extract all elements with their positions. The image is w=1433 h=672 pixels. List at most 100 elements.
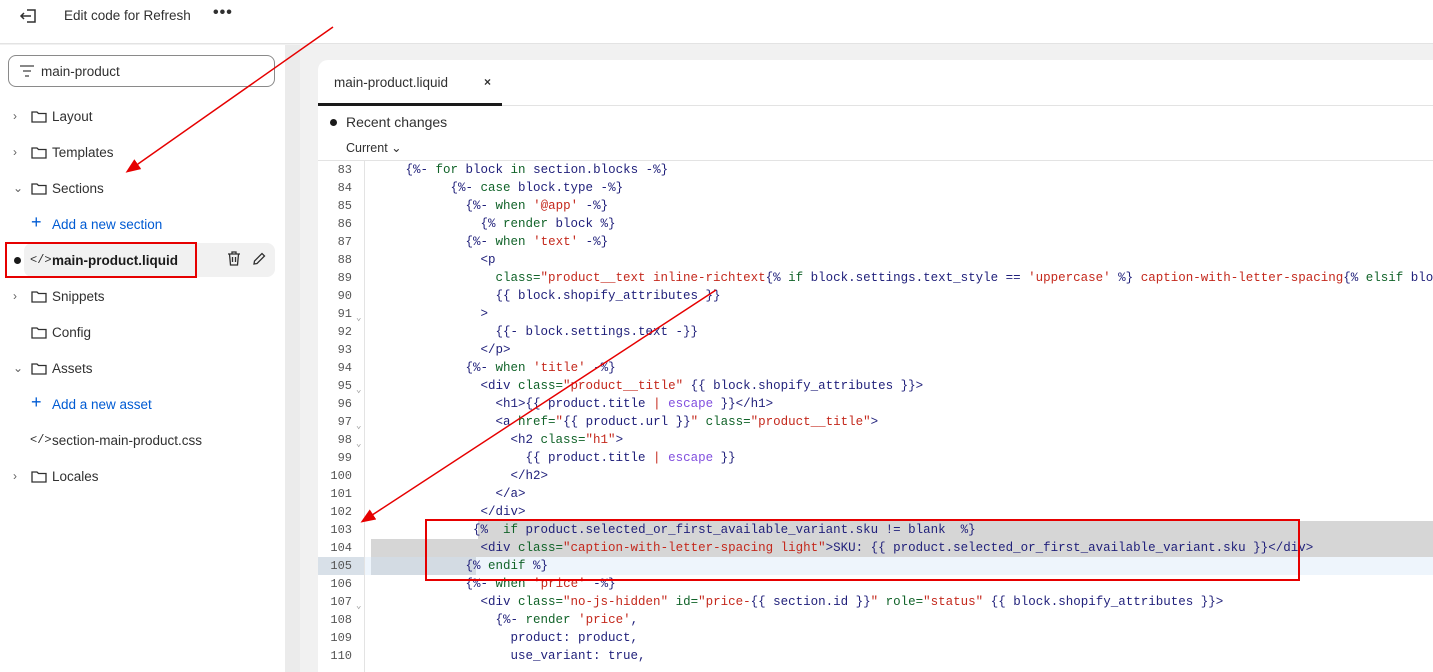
tab-label: main-product.liquid [334,75,449,90]
add-button-add-a-new-section[interactable]: + Add a new section [0,209,285,239]
line-number: 103 [330,523,352,537]
code-line[interactable]: 108 {%- render 'price', [318,611,1433,629]
file-search-input[interactable] [41,63,261,79]
tree-item-sections[interactable]: ⌄ Sections [0,173,285,203]
tree-item-snippets[interactable]: › Snippets [0,281,285,311]
code-line[interactable]: 84 {%- case block.type -%} [318,179,1433,197]
code-token: {% [1343,271,1366,285]
code-token: {{ product.selected_or_first_available_v… [870,541,1269,555]
code-line[interactable]: 99 {{ product.title | escape }} [318,449,1433,467]
code-token: escape [668,397,714,411]
code-line[interactable]: 94 {%- when 'title' -%} [318,359,1433,377]
code-token: block.settings.text_style == [803,271,1029,285]
file-search[interactable] [8,55,275,87]
code-line[interactable]: 85 {%- when '@app' -%} [318,197,1433,215]
tree-item-section-main-product-css[interactable]: </> section-main-product.css [0,425,285,455]
code-token: href= [518,415,556,429]
code-line[interactable]: 86 {% render block %} [318,215,1433,233]
line-number: 89 [337,271,352,285]
code-line[interactable]: 110 use_variant: true, [318,647,1433,665]
chevron-down-icon[interactable]: ⌄ [13,361,23,375]
unsaved-dot-icon [14,256,21,264]
code-line[interactable]: 83 {%- for block in section.blocks -%} [318,161,1433,179]
tree-item-config[interactable]: Config [0,317,285,347]
code-line[interactable]: 98 ⌄ <h2 class="h1"> [318,431,1433,449]
code-token: -%} [585,577,616,591]
code-line[interactable]: 109 product: product, [318,629,1433,647]
line-number: 106 [330,577,352,591]
delete-icon[interactable] [227,251,241,269]
code-line[interactable]: 96 <h1>{{ product.title | escape }}</h1> [318,395,1433,413]
code-token: -%} [578,235,609,249]
line-number: 93 [337,343,352,357]
line-number: 92 [337,325,352,339]
folder-icon [31,146,47,159]
more-actions-button[interactable]: ••• [213,4,233,22]
add-button-add-a-new-asset[interactable]: + Add a new asset [0,389,285,419]
code-line[interactable]: 88 <p [318,251,1433,269]
tree-item-layout[interactable]: › Layout [0,101,285,131]
code-token: {%- [368,163,436,177]
code-line[interactable]: 102 </div> [318,503,1433,521]
code-text: {%- when 'title' -%} [368,359,616,377]
code-line[interactable]: 103 {% if product.selected_or_first_avai… [318,521,1433,539]
code-line[interactable]: 106 {%- when 'price' -%} [318,575,1433,593]
code-text: <div class="caption-with-letter-spacing … [368,539,1314,557]
code-line[interactable]: 87 {%- when 'text' -%} [318,233,1433,251]
line-number: 87 [337,235,352,249]
code-token: id= [668,595,699,609]
code-token: {%- [368,577,496,591]
code-text: {%- case block.type -%} [368,179,624,197]
rename-pencil-icon[interactable] [252,252,266,269]
page-title: Edit code for Refresh [64,8,191,23]
chevron-right-icon[interactable]: › [13,469,23,483]
code-line[interactable]: 100 </h2> [318,467,1433,485]
tree-item-label: Sections [52,180,104,196]
tab-main-product-liquid[interactable]: main-product.liquid × [318,60,502,106]
code-text: <h1>{{ product.title | escape }}</h1> [368,395,774,413]
sidebar-resize-handle[interactable] [285,45,300,672]
code-token: </div> [368,505,526,519]
tree-item-main-product-liquid[interactable]: </> main-product.liquid [0,243,285,277]
chevron-down-icon[interactable]: ⌄ [13,181,23,195]
code-token: class= [540,433,586,447]
code-token: <h1> [368,397,526,411]
version-select[interactable]: Current ⌄ [346,140,402,155]
line-number: 91 [337,307,352,321]
code-token: {%- [368,361,496,375]
chevron-right-icon[interactable]: › [13,145,23,159]
code-token: {{ block.shopify_attributes }}> [683,379,924,393]
close-tab-icon[interactable]: × [484,75,491,89]
line-number: 90 [337,289,352,303]
code-line[interactable]: 90 {{ block.shopify_attributes }} [318,287,1433,305]
tree-item-assets[interactable]: ⌄ Assets [0,353,285,383]
code-token: product.selected_or_first_available_vari… [518,523,976,537]
code-editor[interactable]: 83 {%- for block in section.blocks -%} 84… [318,161,1433,672]
line-number: 100 [330,469,352,483]
tree-item-templates[interactable]: › Templates [0,137,285,167]
code-line[interactable]: 91 ⌄ > [318,305,1433,323]
code-line[interactable]: 95 ⌄ <div class="product__title" {{ block… [318,377,1433,395]
exit-icon[interactable] [18,6,40,26]
chevron-right-icon[interactable]: › [13,289,23,303]
code-token: "status" [923,595,984,609]
code-line[interactable]: 107 ⌄ <div class="no-js-hidden" id="price… [318,593,1433,611]
code-token: "product__title" [750,415,871,429]
folder-icon [31,110,47,123]
code-line[interactable]: 93 </p> [318,341,1433,359]
code-line[interactable]: 89 class="product__text inline-richtext{… [318,269,1433,287]
tree-item-locales[interactable]: › Locales [0,461,285,491]
code-line[interactable]: 101 </a> [318,485,1433,503]
code-line[interactable]: 105 {% endif %} [318,557,1433,575]
tree-item-label: Config [52,324,92,340]
code-line[interactable]: 97 ⌄ <a href="{{ product.url }}" class="p… [318,413,1433,431]
tree-item-label: Add a new asset [52,396,152,412]
code-line[interactable]: 92 {{- block.settings.text -}} [318,323,1433,341]
code-line[interactable]: 104 <div class="caption-with-letter-spac… [318,539,1433,557]
code-token: -%} [578,199,609,213]
filter-icon [20,65,34,77]
code-text: {{ product.title | escape }} [368,449,736,467]
chevron-right-icon[interactable]: › [13,109,23,123]
